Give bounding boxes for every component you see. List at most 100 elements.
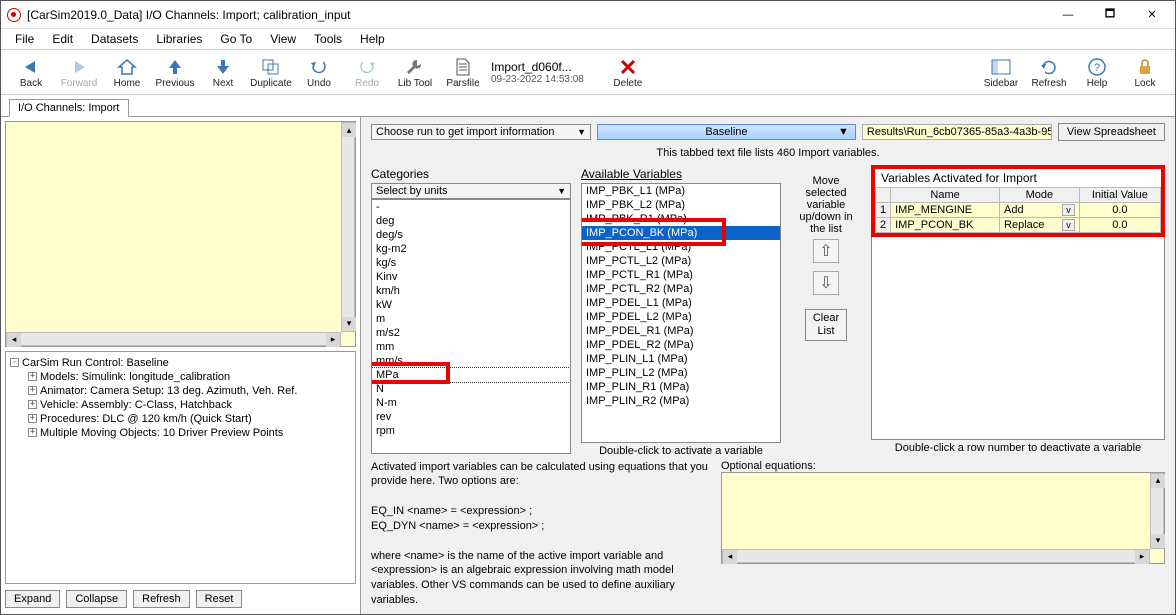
list-item[interactable]: rpm (372, 424, 570, 438)
refresh-button[interactable]: Refresh (1025, 52, 1073, 92)
previous-button[interactable]: Previous (151, 52, 199, 92)
lock-button[interactable]: Lock (1121, 52, 1169, 92)
notes-area[interactable]: ▴▾ ◂▸ (5, 121, 356, 347)
expand-button[interactable]: Expand (5, 590, 60, 608)
row-number[interactable]: 1 (876, 203, 891, 218)
menu-file[interactable]: File (7, 30, 42, 48)
list-item[interactable]: IMP_PDEL_R2 (MPa) (582, 338, 780, 352)
list-item[interactable]: m (372, 312, 570, 326)
results-field[interactable]: Results\Run_6cb07365-85a3-4a3b-95 (862, 124, 1052, 140)
menu-edit[interactable]: Edit (44, 30, 81, 48)
close-button[interactable]: ✕ (1131, 1, 1173, 29)
minimize-button[interactable]: — (1047, 1, 1089, 29)
move-down-button[interactable]: ⇩ (813, 271, 839, 295)
chevron-down-icon[interactable]: v (1062, 219, 1075, 231)
available-list[interactable]: IMP_PBK_L1 (MPa) IMP_PBK_L2 (MPa) IMP_PB… (581, 183, 781, 443)
expand-icon[interactable]: + (28, 414, 37, 423)
tree-item[interactable]: +Models: Simulink: longitude_calibration (10, 370, 351, 384)
reset-button[interactable]: Reset (196, 590, 243, 608)
list-item[interactable]: rev (372, 410, 570, 424)
list-item[interactable]: mm (372, 340, 570, 354)
row-number[interactable]: 2 (876, 218, 891, 233)
libtool-button[interactable]: Lib Tool (391, 52, 439, 92)
tree-item[interactable]: +Procedures: DLC @ 120 km/h (Quick Start… (10, 412, 351, 426)
home-button[interactable]: Home (103, 52, 151, 92)
list-item[interactable]: IMP_PCTL_R2 (MPa) (582, 282, 780, 296)
menu-tools[interactable]: Tools (306, 30, 350, 48)
expand-icon[interactable]: + (28, 386, 37, 395)
expand-icon[interactable]: + (28, 372, 37, 381)
cell-initval[interactable]: 0.0 (1079, 203, 1160, 218)
list-item[interactable]: kW (372, 298, 570, 312)
list-item[interactable]: IMP_PLIN_R2 (MPa) (582, 394, 780, 408)
list-item[interactable]: IMP_PBK_L1 (MPa) (582, 184, 780, 198)
move-up-button[interactable]: ⇧ (813, 239, 839, 263)
tree-item[interactable]: +Animator: Camera Setup: 13 deg. Azimuth… (10, 384, 351, 398)
list-item[interactable]: IMP_PLIN_L2 (MPa) (582, 366, 780, 380)
menu-datasets[interactable]: Datasets (83, 30, 146, 48)
chevron-down-icon[interactable]: v (1062, 204, 1075, 216)
list-item[interactable]: N-m (372, 396, 570, 410)
sidebar-button[interactable]: Sidebar (977, 52, 1025, 92)
list-item[interactable]: deg/s (372, 228, 570, 242)
view-spreadsheet-button[interactable]: View Spreadsheet (1058, 123, 1165, 141)
menu-goto[interactable]: Go To (212, 30, 260, 48)
tree-item[interactable]: +Vehicle: Assembly: C-Class, Hatchback (10, 398, 351, 412)
undo-button[interactable]: Undo (295, 52, 343, 92)
list-item[interactable]: kg/s (372, 256, 570, 270)
choose-run-combo[interactable]: Choose run to get import information▼ (371, 124, 591, 140)
cell-mode[interactable]: Addv (1000, 203, 1080, 218)
tab-io-channels[interactable]: I/O Channels: Import (9, 99, 129, 117)
next-button[interactable]: Next (199, 52, 247, 92)
list-item[interactable]: IMP_PDEL_L1 (MPa) (582, 296, 780, 310)
tree-root[interactable]: - CarSim Run Control: Baseline (10, 356, 351, 370)
refresh-tree-button[interactable]: Refresh (133, 590, 190, 608)
table-row[interactable]: 1 IMP_MENGINE Addv 0.0 (876, 203, 1161, 218)
list-item[interactable]: IMP_PCTL_L2 (MPa) (582, 254, 780, 268)
list-item[interactable]: IMP_PLIN_R1 (MPa) (582, 380, 780, 394)
table-row[interactable]: 2 IMP_PCON_BK Replacev 0.0 (876, 218, 1161, 233)
tree-item[interactable]: +Multiple Moving Objects: 10 Driver Prev… (10, 426, 351, 440)
baseline-combo[interactable]: Baseline▼ (597, 124, 856, 140)
select-units-combo[interactable]: Select by units▼ (371, 183, 571, 199)
maximize-button[interactable]: 🗖 (1089, 1, 1131, 29)
list-item[interactable]: N (372, 382, 570, 396)
list-item[interactable]: km/h (372, 284, 570, 298)
optional-equations-input[interactable]: ▴▾ ◂▸ (721, 472, 1165, 564)
list-item[interactable]: Kinv (372, 270, 570, 284)
list-item[interactable]: kg-m2 (372, 242, 570, 256)
forward-button[interactable]: Forward (55, 52, 103, 92)
redo-button[interactable]: Redo (343, 52, 391, 92)
categories-list[interactable]: - deg deg/s kg-m2 kg/s Kinv km/h kW m m/… (371, 199, 571, 454)
menu-libraries[interactable]: Libraries (148, 30, 210, 48)
duplicate-button[interactable]: Duplicate (247, 52, 295, 92)
list-item[interactable]: IMP_PLIN_L1 (MPa) (582, 352, 780, 366)
scrollbar-vertical[interactable]: ▴▾ (1150, 473, 1164, 549)
help-button[interactable]: ? Help (1073, 52, 1121, 92)
cell-mode[interactable]: Replacev (1000, 218, 1080, 233)
list-item[interactable]: - (372, 200, 570, 214)
list-item[interactable]: IMP_PCTL_R1 (MPa) (582, 268, 780, 282)
clear-list-button[interactable]: Clear List (805, 309, 847, 341)
list-item[interactable]: deg (372, 214, 570, 228)
cell-name[interactable]: IMP_MENGINE (891, 203, 1000, 218)
collapse-button[interactable]: Collapse (66, 590, 127, 608)
scrollbar-horizontal[interactable]: ◂▸ (6, 332, 341, 346)
tree-view[interactable]: - CarSim Run Control: Baseline +Models: … (5, 351, 356, 585)
cell-name[interactable]: IMP_PCON_BK (891, 218, 1000, 233)
scrollbar-horizontal[interactable]: ◂▸ (722, 549, 1150, 563)
cell-initval[interactable]: 0.0 (1079, 218, 1160, 233)
parsfile-button[interactable]: Parsfile (439, 52, 487, 92)
scrollbar-vertical[interactable]: ▴▾ (341, 122, 355, 332)
delete-button[interactable]: Delete (604, 52, 652, 92)
menu-help[interactable]: Help (352, 30, 393, 48)
back-button[interactable]: Back (7, 52, 55, 92)
collapse-icon[interactable]: - (10, 358, 19, 367)
list-item[interactable]: m/s2 (372, 326, 570, 340)
menu-view[interactable]: View (262, 30, 304, 48)
list-item[interactable]: IMP_PBK_L2 (MPa) (582, 198, 780, 212)
expand-icon[interactable]: + (28, 428, 37, 437)
list-item[interactable]: IMP_PDEL_R1 (MPa) (582, 324, 780, 338)
list-item[interactable]: IMP_PDEL_L2 (MPa) (582, 310, 780, 324)
expand-icon[interactable]: + (28, 400, 37, 409)
